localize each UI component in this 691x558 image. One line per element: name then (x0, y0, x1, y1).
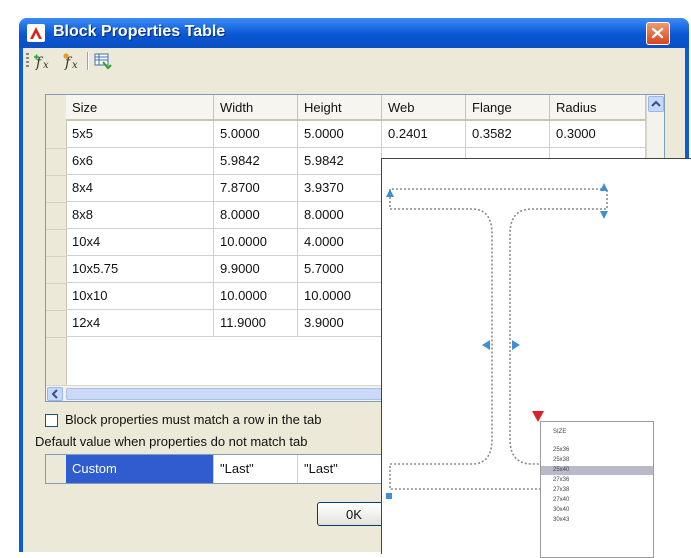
column-header-radius[interactable]: Radius (550, 95, 646, 121)
table-cell[interactable]: 3.9000 (298, 310, 382, 337)
lookup-menu-item[interactable]: 30x40 (541, 506, 653, 515)
table-cell[interactable]: 10x10 (66, 283, 214, 310)
svg-text:x: x (43, 60, 49, 70)
row-selector[interactable] (46, 202, 66, 230)
must-match-checkbox[interactable] (45, 414, 58, 427)
lookup-menu-item[interactable]: 30x43 (541, 516, 653, 525)
table-cell[interactable]: 8.0000 (298, 202, 382, 229)
lookup-menu-item[interactable]: 27x40 (541, 496, 653, 505)
title-bar[interactable]: Block Properties Table (19, 18, 689, 48)
lookup-menu[interactable]: SIZE 25x36 25x38 25x40 27x36 27x38 27x40 30x40 3… (540, 421, 654, 558)
grip-arrow-icon[interactable] (600, 211, 608, 219)
scroll-left-button[interactable] (47, 387, 63, 401)
table-cell[interactable]: 3.9370 (298, 175, 382, 202)
grip-arrow-icon[interactable] (386, 189, 394, 197)
table-cell[interactable]: 5.0000 (214, 121, 298, 148)
new-property-parameter-icon[interactable]: f x (33, 52, 53, 70)
close-icon (651, 27, 664, 39)
table-cell[interactable]: 10x5.75 (66, 256, 214, 283)
table-cell[interactable]: 9.9000 (214, 256, 298, 283)
scroll-up-button[interactable] (648, 96, 664, 112)
close-button[interactable] (646, 22, 670, 45)
ok-button[interactable]: 0K (317, 502, 391, 526)
table-cell[interactable]: 0.3582 (466, 121, 550, 148)
row-selector[interactable] (46, 229, 66, 257)
table-cell[interactable]: 8.0000 (214, 202, 298, 229)
row-selector[interactable] (46, 121, 66, 149)
table-cell[interactable]: 10.0000 (214, 283, 298, 310)
table-cell[interactable]: 5.9842 (298, 148, 382, 175)
table-cell[interactable]: 5.7000 (298, 256, 382, 283)
table-cell[interactable]: 8x8 (66, 202, 214, 229)
must-match-label: Block properties must match a row in the… (65, 412, 322, 427)
table-cell[interactable]: 10.0000 (214, 229, 298, 256)
default-cell-size[interactable]: Custom (66, 455, 214, 483)
toolbar: f x f x (23, 48, 685, 74)
toolbar-separator (87, 52, 89, 70)
row-selector[interactable] (46, 148, 66, 176)
grip-arrow-icon[interactable] (600, 183, 608, 191)
row-selector[interactable] (46, 283, 66, 311)
grip-square-icon[interactable] (386, 493, 392, 499)
default-cell-height[interactable]: "Last" (298, 455, 382, 483)
column-header-web[interactable]: Web (382, 95, 466, 121)
table-cell[interactable]: 8x4 (66, 175, 214, 202)
lookup-menu-item[interactable]: SIZE (541, 428, 653, 437)
lookup-menu-item[interactable]: 27x36 (541, 476, 653, 485)
table-cell[interactable]: 0.3000 (550, 121, 646, 148)
lookup-menu-item[interactable]: 25x40 (541, 466, 653, 475)
table-cell[interactable]: 5x5 (66, 121, 214, 148)
lookup-menu-item[interactable]: 25x38 (541, 456, 653, 465)
lookup-menu-item[interactable]: 27x38 (541, 486, 653, 495)
table-cell[interactable]: 12x4 (66, 310, 214, 337)
table-cell[interactable]: 7.8700 (214, 175, 298, 202)
row-selector[interactable] (46, 310, 66, 338)
row-selector[interactable] (46, 256, 66, 284)
table-cell[interactable]: 6x6 (66, 148, 214, 175)
lookup-menu-item[interactable]: 25x36 (541, 446, 653, 455)
grip-arrow-icon[interactable] (482, 340, 490, 350)
table-cell[interactable]: 10.0000 (298, 283, 382, 310)
add-user-parameter-icon[interactable]: f x (61, 52, 81, 70)
chevron-left-icon (51, 389, 58, 399)
column-header-flange[interactable]: Flange (466, 95, 550, 121)
table-cell[interactable]: 4.0000 (298, 229, 382, 256)
default-value-label: Default value when properties do not mat… (35, 434, 308, 449)
toolbar-grip[interactable] (26, 53, 29, 69)
svg-text:x: x (72, 60, 78, 70)
table-cell[interactable]: 5.0000 (298, 121, 382, 148)
table-cell[interactable]: 11.9000 (214, 310, 298, 337)
column-header-size[interactable]: Size (66, 95, 214, 121)
table-cell[interactable]: 0.2401 (382, 121, 466, 148)
row-selector[interactable] (46, 175, 66, 203)
grip-arrow-icon[interactable] (512, 340, 520, 350)
block-preview-panel: SIZE 25x36 25x38 25x40 27x36 27x38 27x40 30x40 3… (381, 158, 691, 558)
autocad-app-icon (27, 24, 45, 42)
window-title: Block Properties Table (53, 23, 226, 40)
default-row-header (46, 455, 67, 483)
row-header-column (46, 95, 67, 385)
chevron-up-icon (651, 100, 661, 107)
column-header-width[interactable]: Width (214, 95, 298, 121)
table-cell[interactable]: 10x4 (66, 229, 214, 256)
column-header-height[interactable]: Height (298, 95, 382, 121)
default-cell-width[interactable]: "Last" (214, 455, 298, 483)
audit-table-icon[interactable] (93, 52, 113, 70)
table-cell[interactable]: 5.9842 (214, 148, 298, 175)
